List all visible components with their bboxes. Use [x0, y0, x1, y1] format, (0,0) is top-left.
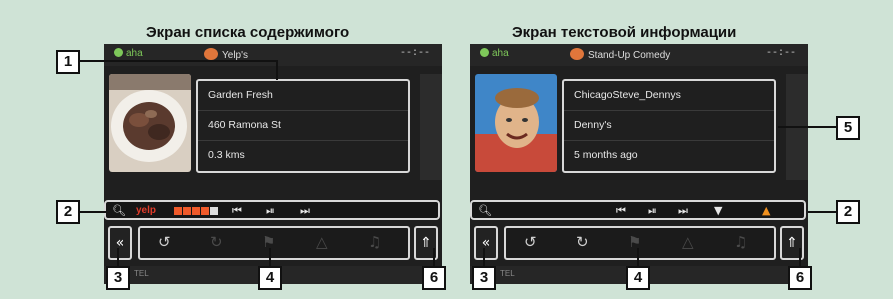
clock: --:-- — [765, 48, 796, 59]
scroll-strip[interactable] — [420, 74, 442, 180]
source-name: aha — [492, 48, 509, 59]
callout-6-left: 6 — [422, 266, 446, 290]
function-buttons: ↺ ↻ ⚑ △ ♫ — [504, 226, 776, 260]
yelp-logo: yelp — [136, 205, 157, 216]
replay-15-icon[interactable]: ↺ — [158, 233, 171, 251]
rating-stars — [174, 206, 220, 219]
function-buttons: ↺ ↻ ⚑ △ ♫ — [138, 226, 410, 260]
thumbs-up-icon[interactable]: ▲ — [762, 204, 770, 217]
text-info-screen: aha Stand-Up Comedy --:-- ChicagoSteve_D… — [470, 44, 808, 284]
content-list-screen: aha Yelp's --:-- Garden Fresh 460 Ramona… — [104, 44, 442, 284]
status-bar: aha Yelp's --:-- — [104, 44, 442, 66]
info-row-address[interactable]: 460 Ramona St — [198, 111, 408, 141]
navigate-icon[interactable]: △ — [682, 233, 694, 251]
callout-4-right: 4 — [626, 266, 650, 290]
content-info-panel: Garden Fresh 460 Ramona St 0.3 kms — [196, 79, 410, 173]
search-icon[interactable]: 🔍︎ — [478, 204, 492, 217]
leader-line-4-left — [269, 248, 271, 266]
source-label: aha — [480, 48, 509, 59]
leader-line-2-right — [808, 211, 838, 213]
leader-line-6-right — [799, 248, 801, 266]
album-art[interactable] — [109, 74, 191, 172]
search-icon[interactable]: 🔍︎ — [112, 204, 126, 217]
station-label: Stand-Up Comedy — [570, 48, 670, 61]
microphone-icon[interactable]: ♫ — [734, 233, 747, 251]
info-row-distance[interactable]: 0.3 kms — [198, 141, 408, 171]
thumbs-down-icon[interactable]: ▼ — [714, 204, 722, 217]
play-pause-icon[interactable]: ⏯︎ — [266, 204, 275, 218]
leader-line-1-drop — [276, 60, 278, 80]
leader-line-6-left — [433, 248, 435, 266]
leader-line-3-right — [483, 248, 485, 266]
left-screen-heading: Экран списка содержимого — [146, 24, 350, 41]
info-row-title[interactable]: ChicagoSteve_Dennys — [564, 81, 774, 111]
tel-label: TEL — [134, 269, 149, 278]
source-label: aha — [114, 48, 143, 59]
replay-15-icon[interactable]: ↺ — [524, 233, 537, 251]
aha-logo-icon — [114, 48, 123, 57]
leader-line-3-left — [117, 248, 119, 266]
open-menu-button[interactable]: « — [108, 226, 132, 260]
status-bar: aha Stand-Up Comedy --:-- — [470, 44, 808, 66]
manual-page: Экран списка содержимого Экран текстовой… — [0, 0, 893, 299]
callout-1: 1 — [56, 50, 80, 74]
open-menu-button[interactable]: « — [474, 226, 498, 260]
station-icon — [570, 48, 584, 60]
tel-label: TEL — [500, 269, 515, 278]
leader-line-4-right — [637, 248, 639, 266]
callout-5: 5 — [836, 116, 860, 140]
callout-2-right: 2 — [836, 200, 860, 224]
source-name: aha — [126, 48, 143, 59]
callout-4-left: 4 — [258, 266, 282, 290]
control-bar: 🔍︎ ⏮︎ ⏯︎ ⏭︎ ▼ ▲ — [470, 200, 806, 220]
info-row-place[interactable]: Denny's — [564, 111, 774, 141]
map-icon[interactable]: ⚑ — [628, 233, 641, 251]
right-screen-heading: Экран текстовой информации — [512, 24, 737, 41]
album-art[interactable] — [475, 74, 557, 172]
station-icon — [204, 48, 218, 60]
callout-3-right: 3 — [472, 266, 496, 290]
clock: --:-- — [399, 48, 430, 59]
info-row-title[interactable]: Garden Fresh — [198, 81, 408, 111]
callout-6-right: 6 — [788, 266, 812, 290]
next-track-icon[interactable]: ⏭︎ — [300, 204, 310, 218]
callout-2-left: 2 — [56, 200, 80, 224]
leader-line-1 — [78, 60, 278, 62]
next-track-icon[interactable]: ⏭︎ — [678, 204, 688, 218]
callout-3-left: 3 — [106, 266, 130, 290]
control-bar: 🔍︎ yelp ⏮︎ ⏯︎ ⏭︎ — [104, 200, 440, 220]
leader-line-2-left — [78, 211, 106, 213]
prev-track-icon[interactable]: ⏮︎ — [616, 204, 626, 218]
microphone-icon[interactable]: ♫ — [368, 233, 381, 251]
forward-30-icon[interactable]: ↻ — [210, 233, 223, 251]
aha-logo-icon — [480, 48, 489, 57]
content-info-panel: ChicagoSteve_Dennys Denny's 5 months ago — [562, 79, 776, 173]
station-name: Stand-Up Comedy — [588, 50, 671, 61]
navigate-icon[interactable]: △ — [316, 233, 328, 251]
forward-30-icon[interactable]: ↻ — [576, 233, 589, 251]
leader-line-5 — [778, 126, 840, 128]
play-pause-icon[interactable]: ⏯︎ — [648, 204, 657, 218]
prev-track-icon[interactable]: ⏮︎ — [232, 204, 242, 218]
info-row-date[interactable]: 5 months ago — [564, 141, 774, 171]
